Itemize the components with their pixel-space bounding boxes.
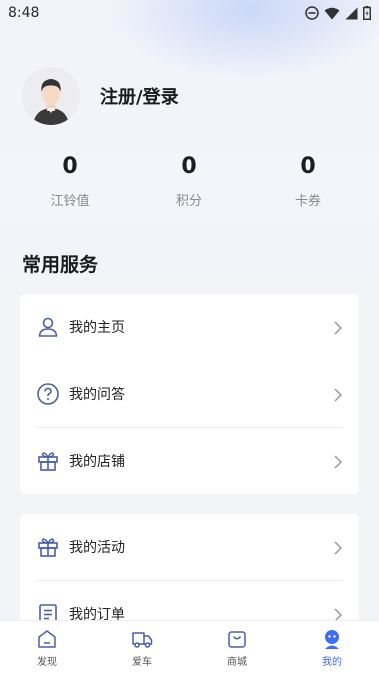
battery-icon	[363, 6, 371, 20]
tab-mall[interactable]: 商城	[197, 621, 277, 674]
tab-my-car[interactable]: 爱车	[102, 621, 182, 674]
stat-value: 0	[62, 154, 78, 179]
profile-header[interactable]: 注册/登录	[22, 67, 179, 125]
stat-coupons[interactable]: 0 卡券	[268, 152, 348, 209]
section-title: 常用服务	[22, 254, 99, 276]
person-icon	[321, 628, 343, 650]
stat-label: 积分	[175, 194, 202, 209]
stat-value: 0	[181, 154, 197, 179]
tab-label: 我的	[322, 657, 342, 668]
avatar[interactable]	[22, 67, 80, 125]
login-link[interactable]: 注册/登录	[100, 83, 179, 109]
stat-jiangling-value[interactable]: 0 江铃值	[30, 152, 110, 209]
bag-icon	[226, 628, 248, 650]
stat-label: 江铃值	[50, 194, 90, 209]
do-not-disturb-icon	[305, 6, 319, 20]
chevron-right-icon	[331, 607, 345, 622]
service-item-my-activities[interactable]: 我的活动	[20, 514, 359, 580]
stat-label: 卡券	[294, 194, 321, 209]
user-icon	[36, 315, 60, 339]
gift-icon	[36, 535, 60, 559]
service-label: 我的店铺	[69, 454, 125, 470]
status-icons	[305, 6, 371, 20]
tab-discover[interactable]: 发现	[7, 621, 87, 674]
tab-mine[interactable]: 我的	[292, 621, 372, 674]
service-label: 我的主页	[69, 320, 125, 336]
services-card-1: 我的主页 我的问答 我的店铺	[20, 294, 359, 494]
chevron-right-icon	[331, 387, 345, 402]
truck-icon	[131, 628, 153, 650]
service-item-my-homepage[interactable]: 我的主页	[20, 294, 359, 360]
service-item-my-store[interactable]: 我的店铺	[20, 428, 359, 494]
gift-icon	[36, 449, 60, 473]
home-icon	[36, 628, 58, 650]
tab-label: 商城	[227, 657, 247, 668]
service-label: 我的活动	[69, 540, 125, 556]
service-label: 我的问答	[69, 387, 125, 403]
service-item-my-qa[interactable]: 我的问答	[20, 361, 359, 427]
question-icon	[36, 382, 60, 406]
stat-value: 0	[300, 154, 316, 179]
chevron-right-icon	[331, 540, 345, 555]
tab-label: 爱车	[132, 657, 152, 668]
signal-icon	[345, 7, 358, 20]
tab-label: 发现	[37, 657, 57, 668]
status-bar: 8:48	[0, 0, 379, 26]
wifi-icon	[324, 7, 340, 20]
stat-points[interactable]: 0 积分	[149, 152, 229, 209]
bottom-tab-bar: 发现 爱车 商城 我的	[0, 620, 379, 674]
chevron-right-icon	[331, 454, 345, 469]
chevron-right-icon	[331, 320, 345, 335]
status-time: 8:48	[8, 5, 40, 21]
